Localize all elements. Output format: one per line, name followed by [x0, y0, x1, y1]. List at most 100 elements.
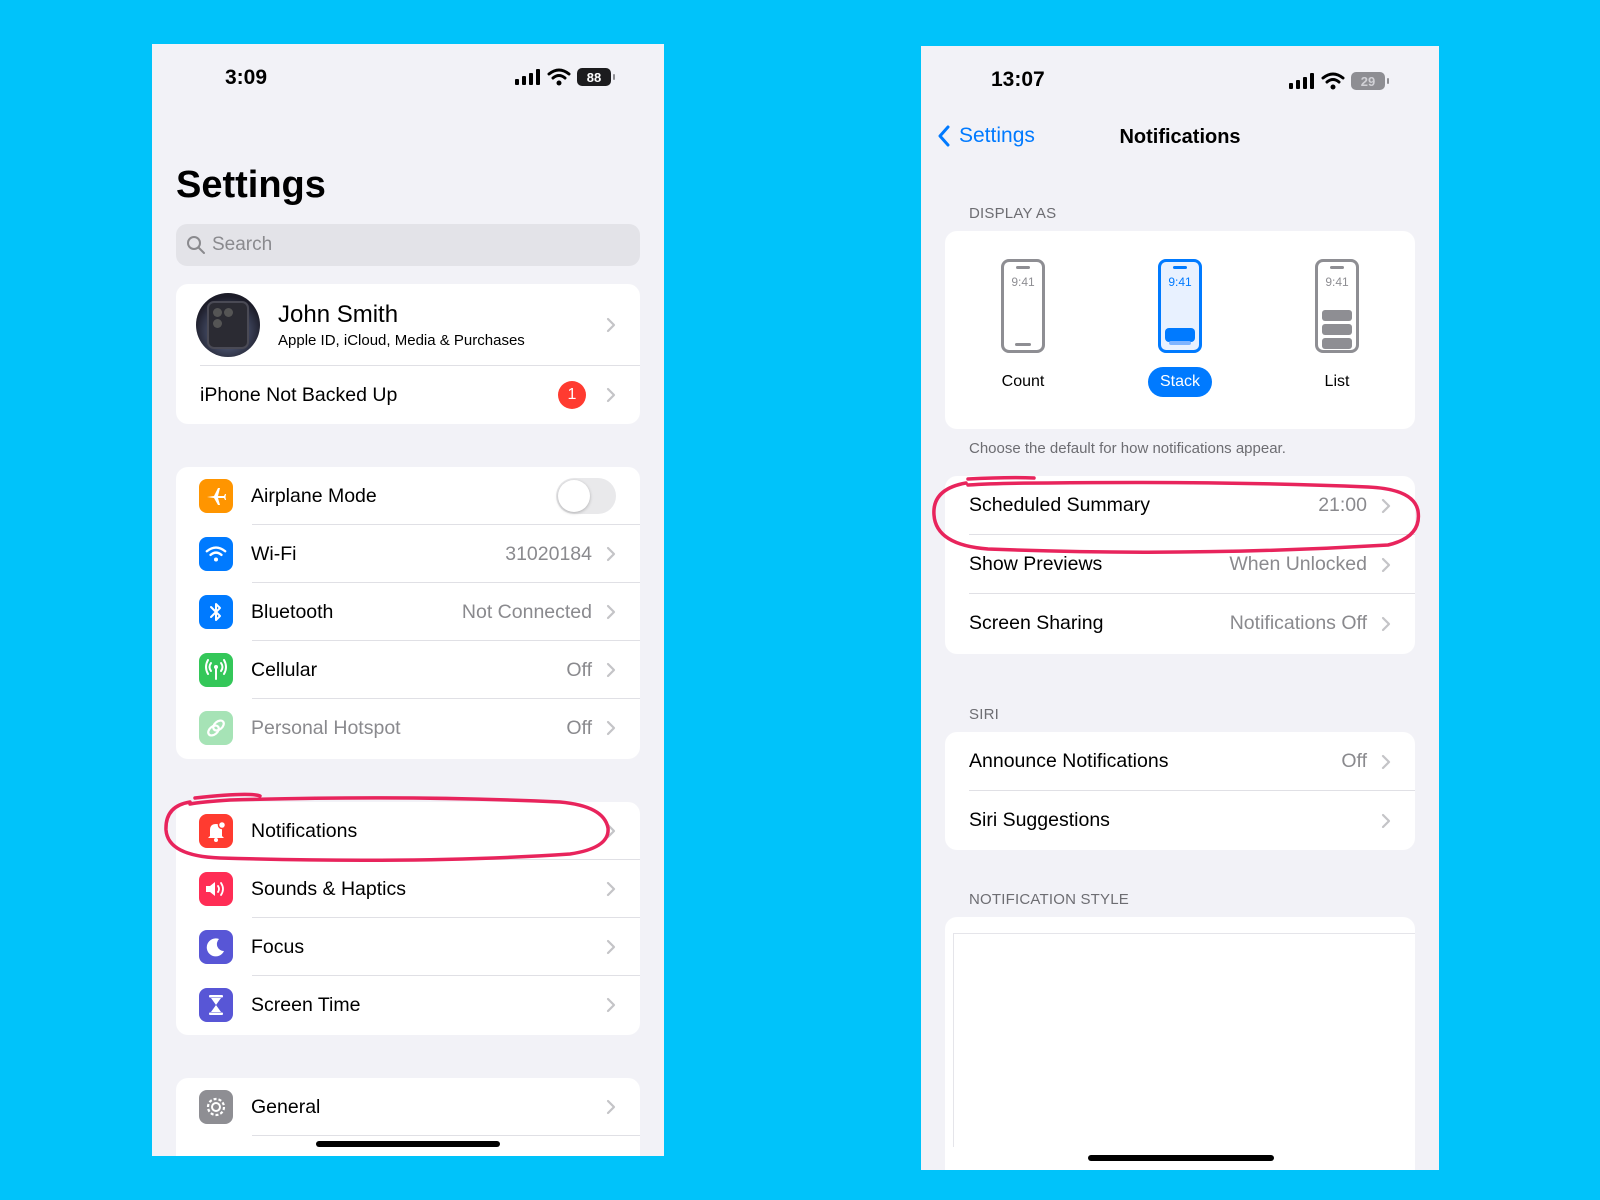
battery-indicator: 88: [577, 68, 615, 86]
wifi-icon: [199, 537, 233, 571]
chevron-right-icon: [1377, 557, 1395, 573]
general-label: General: [251, 1095, 321, 1118]
wifi-value: 31020184: [505, 542, 592, 565]
status-icons: 88: [515, 68, 615, 86]
chevron-right-icon: [602, 387, 620, 403]
signal-icon: [1289, 73, 1314, 89]
link-icon: [199, 711, 233, 745]
wifi-label: Wi-Fi: [251, 542, 297, 565]
search-placeholder: Search: [212, 234, 273, 255]
announce-notifications-row[interactable]: Announce Notifications Off: [945, 732, 1415, 791]
chevron-right-icon: [1377, 498, 1395, 514]
profile-row[interactable]: John Smith Apple ID, iCloud, Media & Pur…: [176, 284, 640, 366]
profile-subtitle: Apple ID, iCloud, Media & Purchases: [278, 332, 525, 349]
battery-indicator: 29: [1351, 72, 1389, 90]
list-preview-icon: 9:41: [1315, 259, 1359, 353]
home-indicator: [316, 1141, 500, 1147]
display-as-header: DISPLAY AS: [969, 205, 1057, 222]
notification-style-header: NOTIFICATION STYLE: [969, 891, 1130, 908]
backup-row[interactable]: iPhone Not Backed Up 1: [176, 366, 640, 424]
personal-hotspot-value: Off: [566, 716, 592, 739]
display-as-footer: Choose the default for how notifications…: [969, 440, 1286, 457]
siri-group: Announce Notifications Off Siri Suggesti…: [945, 732, 1415, 850]
alerts-group: Notifications Sounds & Haptics Focus Scr…: [176, 802, 640, 1035]
show-previews-label: Show Previews: [969, 553, 1103, 575]
general-row[interactable]: General: [176, 1078, 640, 1136]
cellular-value: Off: [566, 658, 592, 681]
search-input[interactable]: Search: [176, 224, 640, 266]
focus-row[interactable]: Focus: [176, 918, 640, 976]
show-previews-row[interactable]: Show Previews When Unlocked: [945, 535, 1415, 594]
screen-sharing-value: Notifications Off: [1229, 612, 1367, 634]
cellular-row[interactable]: Cellular Off: [176, 641, 640, 699]
chevron-right-icon: [602, 1099, 620, 1115]
settings-screen: 3:09 88 Settings Search John Smith Apple…: [152, 44, 664, 1156]
announce-notifications-value: Off: [1341, 750, 1367, 772]
chevron-right-icon: [1377, 616, 1395, 632]
screen-sharing-label: Screen Sharing: [969, 612, 1104, 634]
backup-label: iPhone Not Backed Up: [200, 383, 398, 406]
wifi-row[interactable]: Wi-Fi 31020184: [176, 525, 640, 583]
notifications-label: Notifications: [251, 819, 358, 842]
count-label: Count: [1001, 373, 1045, 390]
chevron-right-icon: [602, 604, 620, 620]
screen-sharing-row[interactable]: Screen Sharing Notifications Off: [945, 594, 1415, 653]
chevron-right-icon: [602, 720, 620, 736]
list-label: List: [1324, 373, 1350, 390]
chevron-right-icon: [602, 546, 620, 562]
focus-label: Focus: [251, 935, 305, 958]
chevron-right-icon: [602, 662, 620, 678]
siri-suggestions-row[interactable]: Siri Suggestions: [945, 791, 1415, 850]
moon-icon: [199, 930, 233, 964]
bluetooth-row[interactable]: Bluetooth Not Connected: [176, 583, 640, 641]
siri-header: SIRI: [969, 706, 999, 723]
chevron-right-icon: [1377, 813, 1395, 829]
personal-hotspot-label: Personal Hotspot: [251, 716, 401, 739]
status-time: 13:07: [991, 68, 1045, 91]
announce-notifications-label: Announce Notifications: [969, 750, 1169, 772]
speaker-icon: [199, 872, 233, 906]
display-option-list[interactable]: 9:41 List: [1282, 259, 1392, 397]
signal-icon: [515, 69, 540, 85]
sounds-haptics-label: Sounds & Haptics: [251, 877, 407, 900]
summary-group: Scheduled Summary 21:00 Show Previews Wh…: [945, 476, 1415, 654]
airplane-mode-toggle[interactable]: [556, 478, 616, 514]
wifi-status-icon: [547, 68, 571, 86]
sounds-haptics-row[interactable]: Sounds & Haptics: [176, 860, 640, 918]
app-list-placeholder: [953, 933, 1415, 1147]
airplane-mode-label: Airplane Mode: [251, 484, 377, 507]
personal-hotspot-row[interactable]: Personal Hotspot Off: [176, 699, 640, 757]
airplane-mode-row[interactable]: Airplane Mode: [176, 467, 640, 525]
status-icons: 29: [1289, 72, 1389, 90]
screen-time-label: Screen Time: [251, 993, 361, 1016]
antenna-icon: [199, 653, 233, 687]
home-indicator: [1088, 1155, 1274, 1161]
wifi-status-icon: [1321, 72, 1345, 90]
page-title: Settings: [176, 164, 326, 206]
chevron-right-icon: [602, 317, 620, 333]
scheduled-summary-label: Scheduled Summary: [969, 494, 1151, 516]
profile-group: John Smith Apple ID, iCloud, Media & Pur…: [176, 284, 640, 424]
bluetooth-icon: [199, 595, 233, 629]
connectivity-group: Airplane Mode Wi-Fi 31020184 Bluetooth N…: [176, 467, 640, 759]
show-previews-value: When Unlocked: [1229, 553, 1367, 575]
chevron-right-icon: [602, 939, 620, 955]
notifications-screen: 13:07 29 Settings Notifications DISPLAY …: [921, 46, 1439, 1170]
chevron-right-icon: [602, 823, 620, 839]
display-option-count[interactable]: 9:41 Count: [968, 259, 1078, 397]
scheduled-summary-row[interactable]: Scheduled Summary 21:00: [945, 476, 1415, 535]
notification-style-group: [945, 917, 1415, 1170]
hourglass-icon: [199, 988, 233, 1022]
gear-icon: [199, 1090, 233, 1124]
profile-name: John Smith: [278, 301, 399, 328]
bluetooth-label: Bluetooth: [251, 600, 334, 623]
notifications-row[interactable]: Notifications: [176, 802, 640, 860]
siri-suggestions-label: Siri Suggestions: [969, 809, 1110, 831]
display-option-stack[interactable]: 9:41 Stack: [1125, 259, 1235, 397]
count-preview-icon: 9:41: [1001, 259, 1045, 353]
chevron-right-icon: [602, 997, 620, 1013]
screen-time-row[interactable]: Screen Time: [176, 976, 640, 1034]
stack-label: Stack: [1147, 367, 1212, 397]
chevron-right-icon: [1377, 754, 1395, 770]
bluetooth-value: Not Connected: [461, 600, 592, 623]
